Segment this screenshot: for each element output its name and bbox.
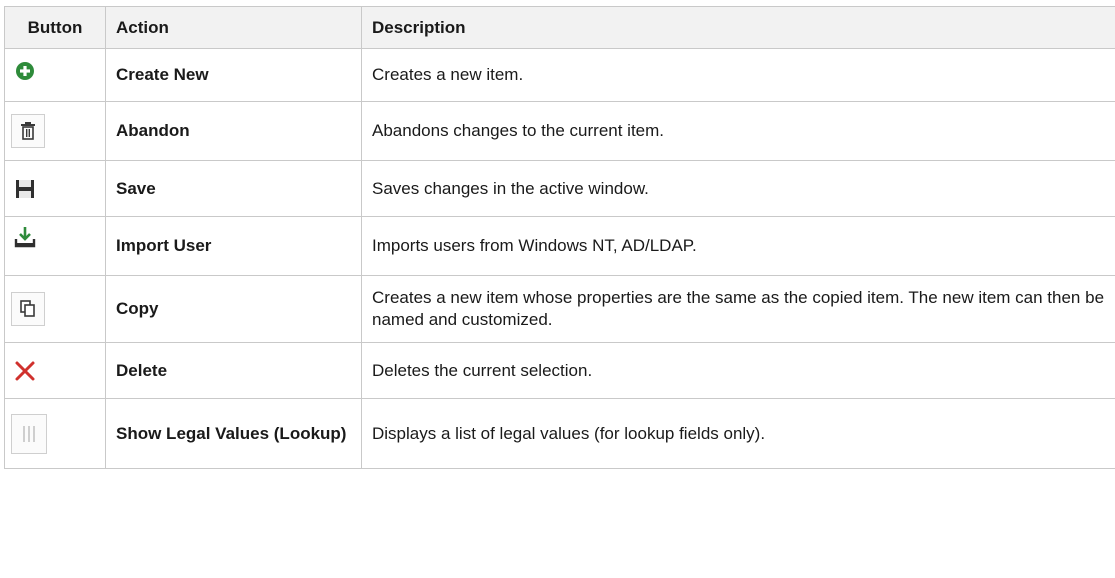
table-row: Save Saves changes in the active window.	[4, 160, 1115, 217]
table-row: Abandon Abandons changes to the current …	[4, 101, 1115, 161]
description-cell: Deletes the current selection.	[361, 342, 1115, 399]
description-cell: Creates a new item.	[361, 48, 1115, 102]
copy-icon[interactable]	[11, 292, 45, 326]
description-cell: Displays a list of legal values (for loo…	[361, 398, 1115, 469]
button-cell	[4, 342, 106, 399]
table-row: Create New Creates a new item.	[4, 48, 1115, 102]
action-cell: Delete	[105, 342, 362, 399]
button-cell	[4, 101, 106, 161]
create-new-icon[interactable]	[11, 57, 39, 85]
save-icon[interactable]	[11, 175, 39, 203]
table-row: Delete Deletes the current selection.	[4, 342, 1115, 399]
button-cell	[4, 160, 106, 217]
header-description: Description	[361, 6, 1115, 49]
table-header-row: Button Action Description	[4, 6, 1115, 49]
action-cell: Import User	[105, 216, 362, 276]
description-cell: Saves changes in the active window.	[361, 160, 1115, 217]
action-cell: Save	[105, 160, 362, 217]
table-row: Copy Creates a new item whose properties…	[4, 275, 1115, 343]
action-cell: Copy	[105, 275, 362, 343]
action-cell: Abandon	[105, 101, 362, 161]
import-icon[interactable]	[11, 223, 39, 251]
table-row: Show Legal Values (Lookup) Displays a li…	[4, 398, 1115, 469]
description-cell: Creates a new item whose properties are …	[361, 275, 1115, 343]
delete-icon[interactable]	[11, 357, 39, 385]
header-action: Action	[105, 6, 362, 49]
description-cell: Abandons changes to the current item.	[361, 101, 1115, 161]
button-cell	[4, 48, 106, 102]
description-cell: Imports users from Windows NT, AD/LDAP.	[361, 216, 1115, 276]
action-cell: Create New	[105, 48, 362, 102]
button-reference-table: Button Action Description Create New Cre…	[4, 6, 1115, 469]
table-row: Import User Imports users from Windows N…	[4, 216, 1115, 276]
lookup-icon[interactable]	[11, 413, 47, 454]
header-button: Button	[4, 6, 106, 49]
button-cell	[4, 398, 106, 469]
trash-icon[interactable]	[11, 114, 45, 148]
button-cell	[4, 275, 106, 343]
action-cell: Show Legal Values (Lookup)	[105, 398, 362, 469]
button-cell	[4, 216, 106, 276]
